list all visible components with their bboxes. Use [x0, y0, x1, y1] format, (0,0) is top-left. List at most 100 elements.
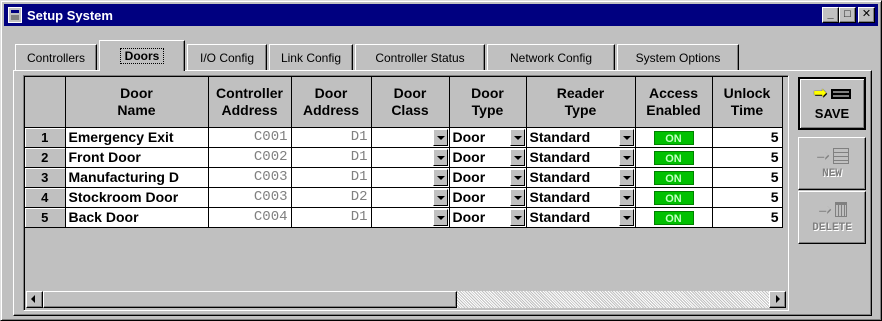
access-enabled-cell[interactable]: ON — [635, 207, 713, 228]
close-button[interactable]: ✕ — [858, 7, 875, 23]
door-class-dropdown[interactable] — [371, 127, 450, 148]
controller-address-cell[interactable]: C003 — [208, 167, 292, 188]
dropdown-arrow-icon[interactable] — [432, 188, 448, 206]
column-header-door-class[interactable]: Door Class — [371, 77, 450, 128]
door-class-dropdown[interactable] — [371, 167, 450, 188]
door-name-cell[interactable]: Stockroom Door — [65, 187, 209, 208]
dropdown-arrow-icon[interactable] — [618, 208, 634, 226]
dropdown-arrow-icon[interactable] — [618, 148, 634, 166]
row-number[interactable]: 1 — [25, 127, 66, 148]
tab-controller-status[interactable]: Controller Status — [355, 44, 485, 70]
unlock-time-cell[interactable]: 5 — [712, 207, 783, 228]
dropdown-arrow-icon[interactable] — [432, 148, 448, 166]
access-enabled-toggle[interactable]: ON — [653, 131, 694, 145]
doors-grid[interactable]: Door Name Controller Address Door Addres… — [23, 75, 789, 311]
tab-controllers[interactable]: Controllers — [15, 44, 97, 70]
table-row[interactable]: 1 Emergency Exit C001 D1 Door Standard O… — [25, 127, 783, 148]
column-header-unlock-time[interactable]: Unlock Time — [712, 77, 783, 128]
door-address-cell[interactable]: D2 — [291, 187, 372, 208]
door-address-cell[interactable]: D1 — [291, 167, 372, 188]
dropdown-arrow-icon[interactable] — [509, 128, 525, 146]
controller-address-cell[interactable]: C003 — [208, 187, 292, 208]
access-enabled-cell[interactable]: ON — [635, 147, 713, 168]
column-header-access-enabled[interactable]: Access Enabled — [635, 77, 713, 128]
controller-address-cell[interactable]: C002 — [208, 147, 292, 168]
dropdown-arrow-icon[interactable] — [618, 168, 634, 186]
dropdown-arrow-icon[interactable] — [432, 168, 448, 186]
door-address-cell[interactable]: D1 — [291, 147, 372, 168]
tab-link-config[interactable]: Link Config — [269, 44, 353, 70]
unlock-time-cell[interactable]: 5 — [712, 127, 783, 148]
dropdown-arrow-icon[interactable] — [618, 128, 634, 146]
save-button[interactable]: ➡ SAVE — [798, 77, 866, 130]
controller-address-cell[interactable]: C004 — [208, 207, 292, 228]
reader-type-dropdown[interactable]: Standard — [526, 127, 636, 148]
row-number[interactable]: 5 — [25, 207, 66, 228]
dropdown-arrow-icon[interactable] — [432, 128, 448, 146]
access-enabled-cell[interactable]: ON — [635, 127, 713, 148]
door-type-dropdown[interactable]: Door — [449, 207, 527, 228]
dropdown-arrow-icon[interactable] — [509, 208, 525, 226]
door-type-dropdown[interactable]: Door — [449, 147, 527, 168]
tab-network-config[interactable]: Network Config — [487, 44, 615, 70]
reader-type-dropdown[interactable]: Standard — [526, 167, 636, 188]
horizontal-scrollbar[interactable] — [26, 291, 786, 308]
title-bar[interactable]: Setup System _ □ ✕ — [4, 4, 878, 26]
dropdown-arrow-icon[interactable] — [509, 148, 525, 166]
column-header-door-name[interactable]: Door Name — [65, 77, 209, 128]
unlock-time-cell[interactable]: 5 — [712, 147, 783, 168]
maximize-button[interactable]: □ — [839, 7, 856, 23]
card-icon — [830, 89, 851, 99]
delete-button[interactable]: ➡ DELETE — [798, 191, 866, 244]
table-row[interactable]: 4 Stockroom Door C003 D2 Door Standard O… — [25, 187, 783, 208]
row-number[interactable]: 2 — [25, 147, 66, 168]
door-type-dropdown[interactable]: Door — [449, 167, 527, 188]
access-enabled-toggle[interactable]: ON — [653, 151, 694, 165]
dropdown-arrow-icon[interactable] — [618, 188, 634, 206]
dropdown-arrow-icon[interactable] — [509, 188, 525, 206]
door-address-cell[interactable]: D1 — [291, 207, 372, 228]
app-icon[interactable] — [8, 7, 22, 23]
tab-doors[interactable]: Doors — [99, 40, 185, 71]
access-enabled-cell[interactable]: ON — [635, 187, 713, 208]
access-enabled-toggle[interactable]: ON — [653, 211, 694, 225]
table-row[interactable]: 2 Front Door C002 D1 Door Standard ON 5 — [25, 147, 783, 168]
unlock-time-cell[interactable]: 5 — [712, 187, 783, 208]
reader-type-dropdown[interactable]: Standard — [526, 207, 636, 228]
table-row[interactable]: 3 Manufacturing D C003 D1 Door Standard … — [25, 167, 783, 188]
door-type-dropdown[interactable]: Door — [449, 127, 527, 148]
door-class-dropdown[interactable] — [371, 187, 450, 208]
arrow-right-icon: ➡ — [813, 85, 827, 102]
scroll-right-icon[interactable] — [769, 291, 786, 308]
unlock-time-cell[interactable]: 5 — [712, 167, 783, 188]
door-class-dropdown[interactable] — [371, 147, 450, 168]
table-row[interactable]: 5 Back Door C004 D1 Door Standard ON 5 — [25, 207, 783, 228]
door-type-dropdown[interactable]: Door — [449, 187, 527, 208]
door-name-cell[interactable]: Front Door — [65, 147, 209, 168]
access-enabled-cell[interactable]: ON — [635, 167, 713, 188]
column-header-reader-type[interactable]: Reader Type — [526, 77, 636, 128]
reader-type-dropdown[interactable]: Standard — [526, 187, 636, 208]
minimize-button[interactable]: _ — [822, 7, 839, 23]
column-header-door-type[interactable]: Door Type — [449, 77, 527, 128]
controller-address-cell[interactable]: C001 — [208, 127, 292, 148]
tab-system-options[interactable]: System Options — [617, 44, 739, 70]
dropdown-arrow-icon[interactable] — [432, 208, 448, 226]
scrollbar-thumb[interactable] — [43, 291, 457, 308]
door-name-cell[interactable]: Emergency Exit — [65, 127, 209, 148]
door-name-cell[interactable]: Back Door — [65, 207, 209, 228]
reader-type-dropdown[interactable]: Standard — [526, 147, 636, 168]
access-enabled-toggle[interactable]: ON — [653, 171, 694, 185]
scroll-left-icon[interactable] — [26, 291, 43, 308]
dropdown-arrow-icon[interactable] — [509, 168, 525, 186]
column-header-door-address[interactable]: Door Address — [291, 77, 372, 128]
column-header-controller-address[interactable]: Controller Address — [208, 77, 292, 128]
door-name-cell[interactable]: Manufacturing D — [65, 167, 209, 188]
access-enabled-toggle[interactable]: ON — [653, 191, 694, 205]
row-number[interactable]: 3 — [25, 167, 66, 188]
new-button[interactable]: ➡ NEW — [798, 137, 866, 190]
door-address-cell[interactable]: D1 — [291, 127, 372, 148]
door-class-dropdown[interactable] — [371, 207, 450, 228]
tab-io-config[interactable]: I/O Config — [187, 44, 267, 70]
row-number[interactable]: 4 — [25, 187, 66, 208]
